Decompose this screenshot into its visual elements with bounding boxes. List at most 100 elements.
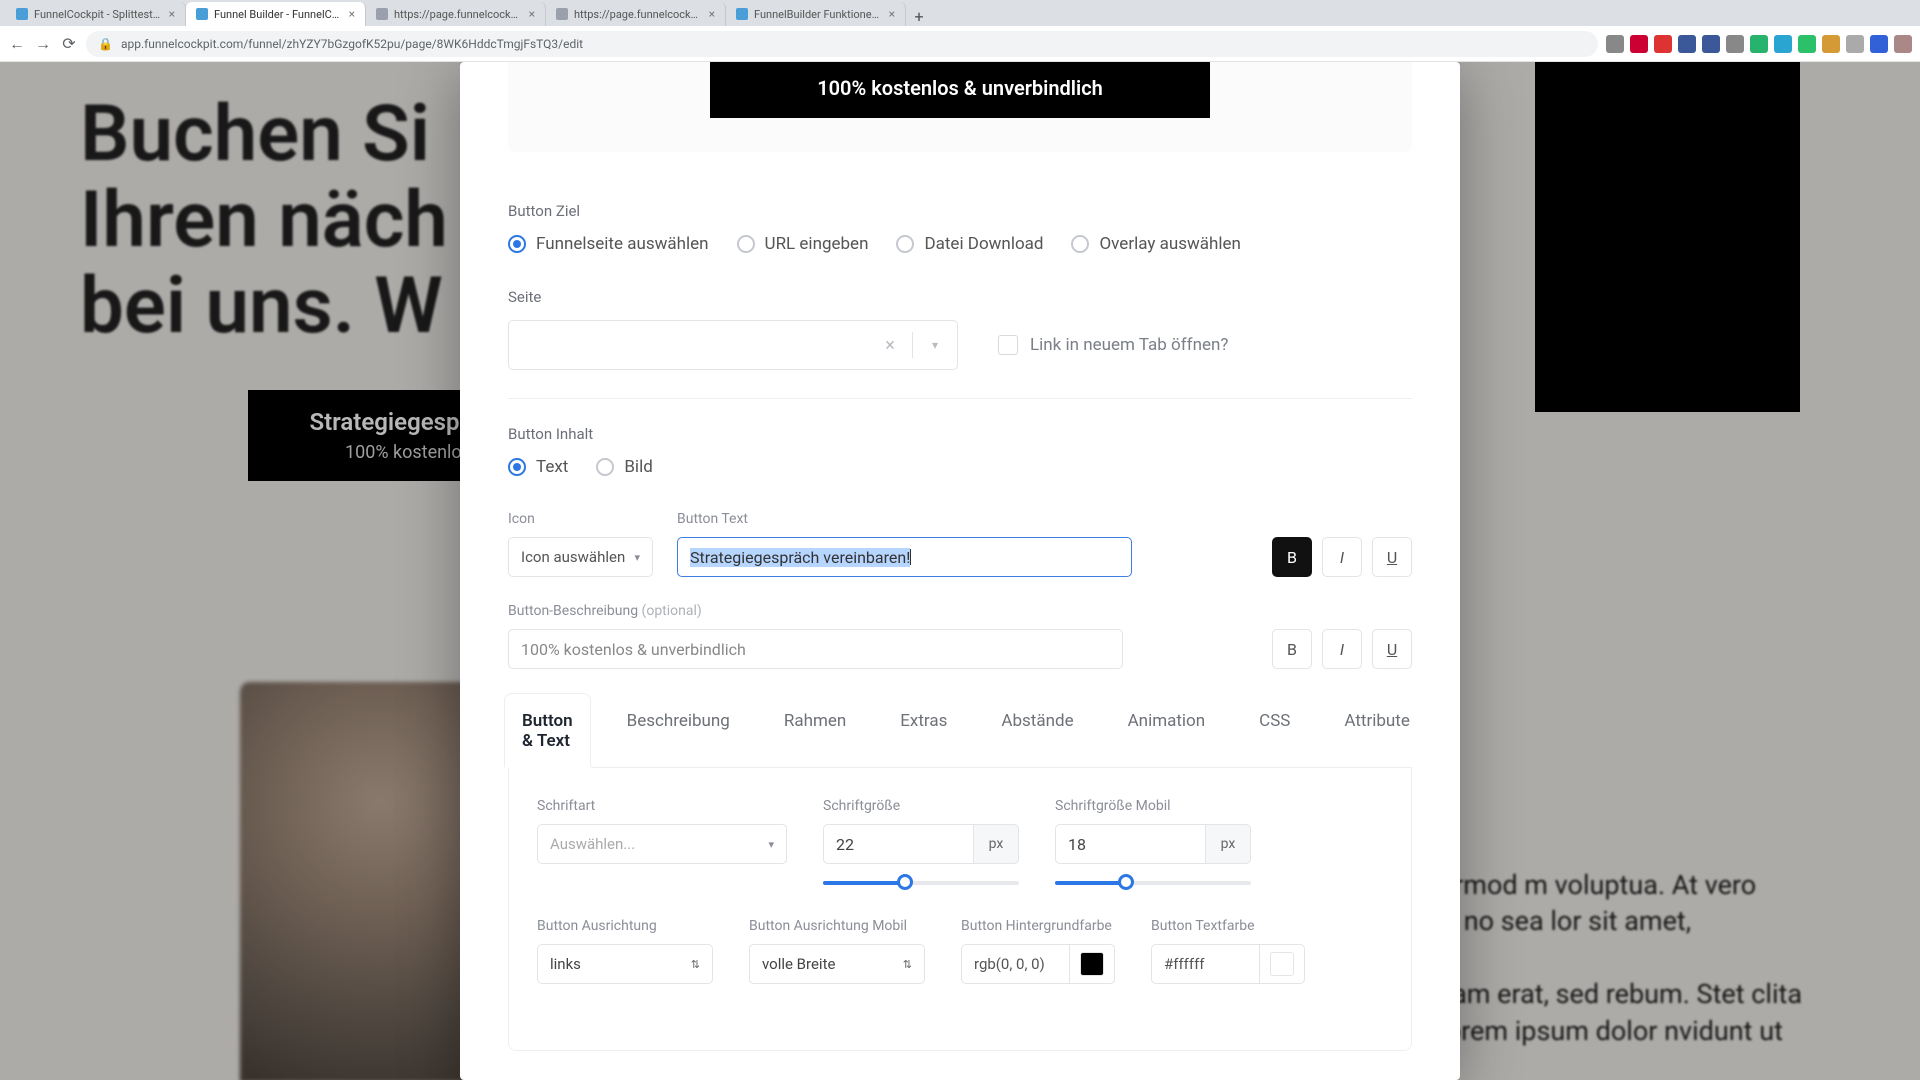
extension-icon[interactable] <box>1726 35 1744 53</box>
lock-icon: 🔒 <box>98 37 113 51</box>
label-button-inhalt: Button Inhalt <box>508 425 1412 443</box>
browser-tab[interactable]: FunnelCockpit - Splittests, Ma× <box>6 2 186 26</box>
underline-button[interactable]: U <box>1372 629 1412 669</box>
tab-rahmen[interactable]: Rahmen <box>776 695 854 767</box>
clear-icon[interactable]: × <box>868 335 912 356</box>
extension-icon[interactable] <box>1678 35 1696 53</box>
textfarbe-swatch[interactable] <box>1259 944 1305 984</box>
icon-select[interactable]: Icon auswählen▾ <box>508 537 653 577</box>
bold-button[interactable]: B <box>1272 537 1312 577</box>
preview-banner-subtext: 100% kostenlos & unverbindlich <box>710 62 1210 118</box>
close-icon[interactable]: × <box>889 7 895 21</box>
radio-inhalt-bild[interactable]: Bild <box>596 457 652 477</box>
extension-icon[interactable] <box>1846 35 1864 53</box>
sort-icon: ⇅ <box>691 958 700 971</box>
tab-favicon <box>556 8 568 20</box>
style-tabs: Button & Text Beschreibung Rahmen Extras… <box>508 695 1412 768</box>
tab-favicon <box>16 8 28 20</box>
close-icon[interactable]: × <box>349 7 355 21</box>
label-schriftgroesse-mobil: Schriftgröße Mobil <box>1055 798 1251 814</box>
chevron-down-icon[interactable]: ▾ <box>913 338 957 352</box>
chevron-down-icon: ▾ <box>634 551 640 564</box>
tab-favicon <box>736 8 748 20</box>
extension-icon[interactable] <box>1798 35 1816 53</box>
underline-button[interactable]: U <box>1372 537 1412 577</box>
chevron-down-icon: ▾ <box>768 838 774 851</box>
browser-tab[interactable]: FunnelBuilder Funktionen & El× <box>726 2 906 26</box>
extensions-row <box>1606 35 1912 53</box>
label-new-tab: Link in neuem Tab öffnen? <box>1030 335 1228 355</box>
radio-url-eingeben[interactable]: URL eingeben <box>737 234 869 254</box>
tab-panel-button-text: Schriftart Auswählen... ▾ Schriftgröße 2… <box>508 768 1412 1051</box>
schriftgroesse-mobil-input[interactable]: 18 <box>1055 824 1205 864</box>
hintergrundfarbe-swatch[interactable] <box>1069 944 1115 984</box>
browser-tabbar: FunnelCockpit - Splittests, Ma× Funnel B… <box>0 0 1920 26</box>
tab-abstaende[interactable]: Abstände <box>993 695 1081 767</box>
hintergrundfarbe-input[interactable]: rgb(0, 0, 0) <box>961 944 1069 984</box>
extension-icon[interactable] <box>1894 35 1912 53</box>
italic-button[interactable]: I <box>1322 629 1362 669</box>
label-schriftart: Schriftart <box>537 798 787 814</box>
page-canvas: Buchen SiIhren nächbei uns. W Strategieg… <box>0 62 1920 1080</box>
forward-icon[interactable]: → <box>34 35 52 53</box>
button-settings-panel: 100% kostenlos & unverbindlich Button Zi… <box>460 62 1460 1080</box>
label-ausrichtung: Button Ausrichtung <box>537 918 713 934</box>
schriftgroesse-mobil-slider[interactable] <box>1055 874 1251 892</box>
radio-group-button-ziel: Funnelseite auswählen URL eingeben Datei… <box>508 234 1412 254</box>
radio-inhalt-text[interactable]: Text <box>508 457 568 477</box>
tab-beschreibung[interactable]: Beschreibung <box>619 695 738 767</box>
extension-icon[interactable] <box>1702 35 1720 53</box>
button-preview: 100% kostenlos & unverbindlich <box>508 62 1412 152</box>
label-schriftgroesse: Schriftgröße <box>823 798 1019 814</box>
button-text-input[interactable]: Strategiegespräch vereinbaren! <box>677 537 1132 577</box>
bold-button[interactable]: B <box>1272 629 1312 669</box>
browser-toolbar: ← → ⟳ 🔒 app.funnelcockpit.com/funnel/zhY… <box>0 26 1920 62</box>
unit-label: px <box>1205 824 1251 864</box>
address-bar[interactable]: 🔒 app.funnelcockpit.com/funnel/zhYZY7bGz… <box>86 31 1598 57</box>
tab-button-text[interactable]: Button & Text <box>514 695 581 767</box>
radio-funnelseite[interactable]: Funnelseite auswählen <box>508 234 709 254</box>
extension-icon[interactable] <box>1870 35 1888 53</box>
label-button-text: Button Text <box>677 511 1132 527</box>
label-button-ziel: Button Ziel <box>508 202 1412 220</box>
extension-icon[interactable] <box>1774 35 1792 53</box>
browser-tab[interactable]: https://page.funnelcockpit.co× <box>366 2 546 26</box>
close-icon[interactable]: × <box>529 7 535 21</box>
label-button-beschreibung: Button-Beschreibung (optional) <box>508 603 1412 619</box>
browser-tab[interactable]: https://page.funnelcockpit.co× <box>546 2 726 26</box>
extension-icon[interactable] <box>1750 35 1768 53</box>
radio-datei-download[interactable]: Datei Download <box>896 234 1043 254</box>
seite-select[interactable]: × ▾ <box>508 320 958 370</box>
ausrichtung-select[interactable]: links⇅ <box>537 944 713 984</box>
extension-icon[interactable] <box>1606 35 1624 53</box>
label-ausrichtung-mobil: Button Ausrichtung Mobil <box>749 918 925 934</box>
browser-tab[interactable]: Funnel Builder - FunnelCockpit× <box>186 2 366 26</box>
tab-attribute[interactable]: Attribute <box>1336 695 1417 767</box>
back-icon[interactable]: ← <box>8 35 26 53</box>
reload-icon[interactable]: ⟳ <box>60 35 78 53</box>
sort-icon: ⇅ <box>903 958 912 971</box>
tab-favicon <box>376 8 388 20</box>
close-icon[interactable]: × <box>709 7 715 21</box>
tab-animation[interactable]: Animation <box>1120 695 1214 767</box>
url-text: app.funnelcockpit.com/funnel/zhYZY7bGzgo… <box>121 37 583 51</box>
extension-icon[interactable] <box>1654 35 1672 53</box>
new-tab-button[interactable]: + <box>906 7 932 26</box>
schriftgroesse-slider[interactable] <box>823 874 1019 892</box>
label-icon: Icon <box>508 511 653 527</box>
tab-css[interactable]: CSS <box>1251 695 1298 767</box>
tab-extras[interactable]: Extras <box>892 695 955 767</box>
close-icon[interactable]: × <box>169 7 175 21</box>
extension-icon[interactable] <box>1822 35 1840 53</box>
radio-overlay[interactable]: Overlay auswählen <box>1071 234 1240 254</box>
button-beschreibung-input[interactable]: 100% kostenlos & unverbindlich <box>508 629 1123 669</box>
extension-icon[interactable] <box>1630 35 1648 53</box>
schriftgroesse-input[interactable]: 22 <box>823 824 973 864</box>
textfarbe-input[interactable]: #ffffff <box>1151 944 1259 984</box>
ausrichtung-mobil-select[interactable]: volle Breite⇅ <box>749 944 925 984</box>
label-textfarbe: Button Textfarbe <box>1151 918 1305 934</box>
checkbox-new-tab[interactable] <box>998 335 1018 355</box>
schriftart-select[interactable]: Auswählen... ▾ <box>537 824 787 864</box>
italic-button[interactable]: I <box>1322 537 1362 577</box>
label-seite: Seite <box>508 288 1412 306</box>
